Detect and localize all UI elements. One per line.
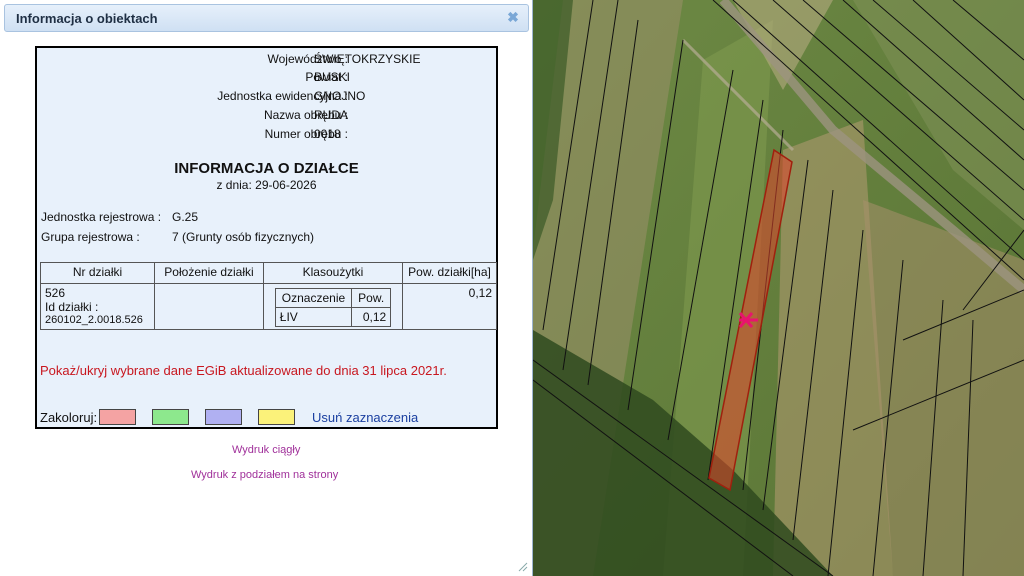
parcel-number: 526 [45, 286, 66, 300]
parcel-table: Nr działki Położenie działki Klasoużytki… [40, 262, 497, 330]
col-parcel-number: Nr działki [40, 262, 155, 284]
colorize-label: Zakoloruj: [40, 410, 98, 425]
clear-selection-link[interactable]: Usuń zaznaczenia [312, 410, 418, 425]
resize-grip-icon[interactable] [518, 562, 528, 572]
land-classes-table: Oznaczenie Pow. ŁIV 0,12 [274, 288, 392, 327]
registry-unit-value: G.25 [172, 210, 199, 224]
parcel-id: 260102_2.0018.526 [45, 314, 143, 326]
precinct-number-value: 0018 [314, 127, 341, 141]
col-parcel-area: Pow. działki[ha] [402, 262, 497, 284]
color-swatch-blue[interactable] [205, 409, 242, 425]
parcel-location-cell [154, 283, 264, 330]
land-class-row: ŁIV 0,12 [274, 307, 392, 327]
land-classes-cell: Oznaczenie Pow. ŁIV 0,12 [263, 283, 403, 330]
row-precinct-name: Nazwa obrębu : RUDA [37, 108, 496, 126]
color-swatch-green[interactable] [152, 409, 189, 425]
class-area: 0,12 [351, 307, 392, 327]
land-classes-header: Oznaczenie Pow. [274, 288, 392, 308]
print-continuous-link[interactable]: Wydruk ciągły [232, 444, 300, 456]
info-date: z dnia: 29-06-2026 [216, 178, 317, 192]
toggle-egib-data-link[interactable]: Pokaż/ukryj wybrane dane EGiB aktualizow… [40, 363, 447, 378]
table-header-row: Nr działki Położenie działki Klasoużytki… [40, 262, 497, 284]
table-row: 526 Id działki : 260102_2.0018.526 Oznac… [40, 283, 497, 330]
col-land-classes: Klasoużytki [263, 262, 403, 284]
row-precinct-number: Numer obrębu : 0018 [37, 127, 496, 145]
object-info-dialog: Informacja o obiektach ✖ Województwo : Ś… [0, 0, 533, 576]
row-county: Powiat : BUSKI [37, 70, 496, 88]
info-title: INFORMACJA O DZIAŁCE [174, 160, 359, 177]
registry-unit-row: Jednostka rejestrowa : G.25 [41, 210, 198, 228]
voivodeship-value: ŚWIĘTOKRZYSKIE [314, 52, 421, 66]
class-code: ŁIV [274, 307, 353, 327]
color-swatch-red[interactable] [99, 409, 136, 425]
dialog-titlebar[interactable]: Informacja o obiektach ✖ [4, 4, 529, 32]
aerial-map[interactable] [533, 0, 1024, 576]
print-paged-link[interactable]: Wydruk z podziałem na strony [191, 469, 338, 481]
registry-group-value: 7 (Grunty osób fizycznych) [172, 230, 315, 244]
county-value: BUSKI [314, 70, 351, 84]
precinct-name-value: RUDA [314, 108, 349, 122]
dialog-title: Informacja o obiektach [16, 11, 158, 26]
map-view[interactable] [533, 0, 1024, 576]
row-registry-unit: Jednostka ewidencyjna : GNOJNO [37, 89, 496, 107]
row-voivodeship: Województwo : ŚWIĘTOKRZYSKIE [37, 52, 496, 70]
registry-unit-value: GNOJNO [314, 89, 366, 103]
close-icon[interactable]: ✖ [506, 10, 520, 24]
parcel-id-label: Id działki : [45, 300, 99, 314]
parcel-info-panel: Województwo : ŚWIĘTOKRZYSKIE Powiat : BU… [35, 46, 498, 429]
registry-group-row: Grupa rejestrowa : 7 (Grunty osób fizycz… [41, 230, 314, 248]
class-area-header: Pow. [351, 288, 392, 308]
col-parcel-location: Położenie działki [154, 262, 264, 284]
color-swatch-yellow[interactable] [258, 409, 295, 425]
registry-group-label: Grupa rejestrowa : [41, 230, 140, 244]
registry-unit-label: Jednostka rejestrowa : [41, 210, 162, 224]
class-code-header: Oznaczenie [274, 288, 353, 308]
parcel-area: 0,12 [402, 283, 497, 330]
parcel-number-cell: 526 Id działki : 260102_2.0018.526 [40, 283, 155, 330]
